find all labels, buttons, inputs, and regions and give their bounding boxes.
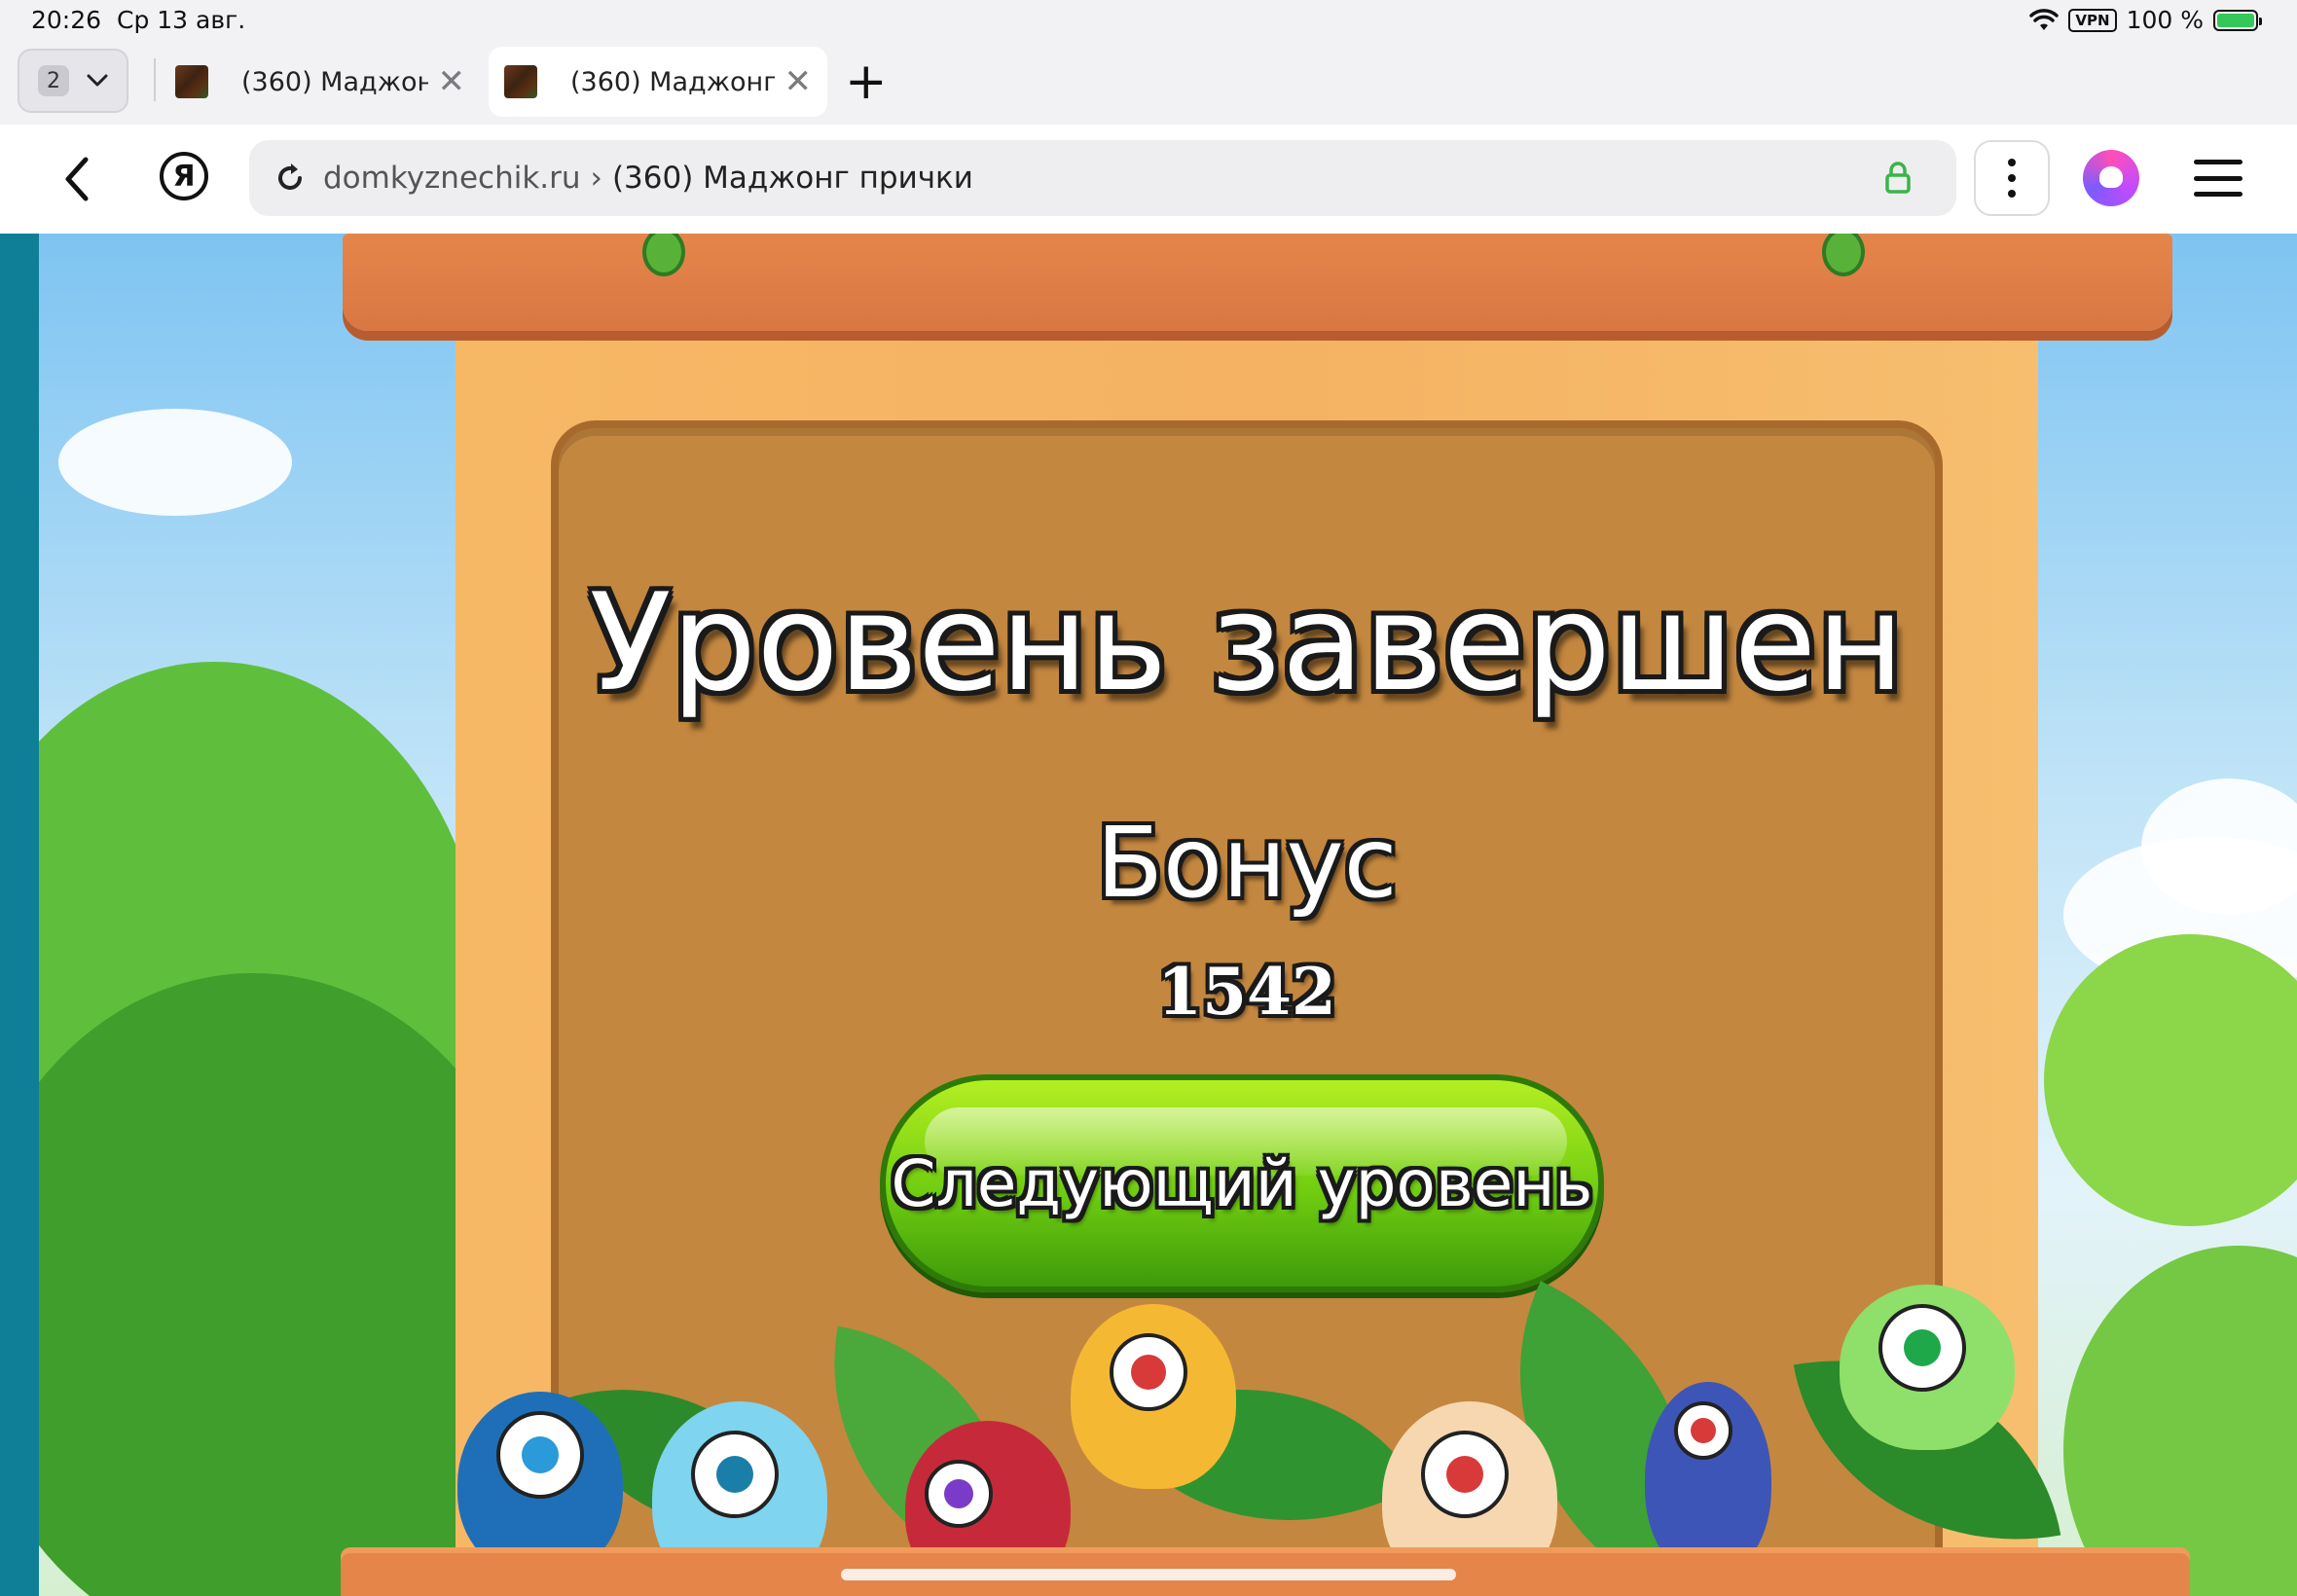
next-level-button[interactable]: Следующий уровень (880, 1074, 1604, 1292)
back-icon[interactable] (55, 150, 101, 208)
top-plank (343, 234, 2172, 331)
left-edge-strip (0, 234, 39, 1596)
tab-favicon (175, 65, 208, 98)
hamburger-icon[interactable] (2194, 160, 2242, 197)
tab-mahjong-2[interactable]: (360) Маджонг... ✕ (489, 47, 827, 117)
bonus-value: 1542 (1157, 954, 1336, 1030)
navigation-bar: Я domkyznechik.ru › (360) Маджонг прички (0, 125, 2297, 235)
chevron-down-icon (87, 74, 108, 87)
lock-icon[interactable] (1884, 162, 1912, 195)
reload-icon[interactable] (273, 161, 308, 196)
level-complete-title: Уровень завершен (589, 564, 1905, 721)
plank-hook (1822, 234, 1865, 276)
bush (2044, 934, 2297, 1226)
status-indicators: VPN 100 % (2029, 6, 2262, 34)
bush (2063, 1246, 2297, 1596)
url-domain: domkyznechik.ru (323, 161, 581, 196)
tab-title: (360) Маджонг (241, 66, 428, 97)
battery-icon (2213, 9, 2262, 31)
vpn-badge: VPN (2068, 8, 2117, 32)
battery-percent: 100 % (2126, 6, 2204, 34)
url-separator: › (590, 161, 602, 196)
status-date: Ср 13 авг. (117, 6, 246, 34)
tab-separator (154, 58, 156, 101)
plus-icon[interactable]: + (845, 53, 888, 111)
close-icon[interactable]: ✕ (784, 65, 813, 98)
close-icon[interactable]: ✕ (438, 65, 466, 98)
green-bird (1840, 1285, 2015, 1450)
bonus-label: Бонус (1096, 806, 1398, 920)
yellow-bird (1071, 1304, 1236, 1489)
url-page-title: (360) Маджонг прички (611, 161, 973, 196)
tab-counter-button[interactable]: 2 (18, 49, 128, 113)
tab-favicon (504, 65, 537, 98)
address-bar[interactable]: domkyznechik.ru › (360) Маджонг прички (249, 140, 1956, 216)
more-vertical-icon[interactable] (1974, 140, 2050, 216)
plank-hook (642, 234, 685, 276)
alice-icon[interactable] (2083, 150, 2139, 206)
status-bar: 20:26 Ср 13 авг. VPN 100 % (0, 0, 2297, 43)
tab-bar: 2 (360) Маджонг ✕ (360) Маджонг... ✕ + (0, 43, 2297, 125)
game-canvas: Уровень завершен Бонус 1542 Следующий ур… (0, 234, 2297, 1596)
status-time: 20:26 (31, 6, 102, 34)
tab-title: (360) Маджонг... (570, 66, 775, 97)
yandex-button[interactable]: Я (160, 152, 208, 200)
next-level-label: Следующий уровень (891, 1145, 1593, 1221)
cloud (58, 409, 292, 516)
home-indicator[interactable] (841, 1569, 1456, 1580)
wifi-icon (2029, 8, 2060, 30)
tab-count: 2 (38, 65, 69, 96)
tab-mahjong-1[interactable]: (360) Маджонг ✕ (160, 47, 481, 117)
